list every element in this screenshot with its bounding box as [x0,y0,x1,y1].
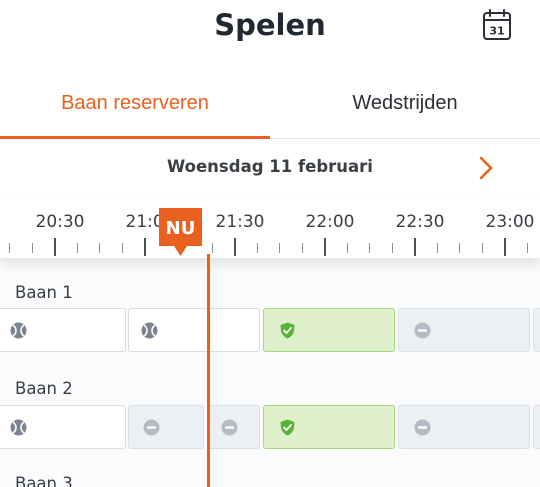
tick-minor [459,243,460,253]
tick-minor [527,243,528,253]
minus-circle-icon [143,419,160,436]
next-day-button[interactable] [474,153,498,183]
tennis-ball-icon [141,322,158,339]
time-ruler[interactable]: 20:30 21:00 21:30 22:00 22:30 23:00 [0,196,540,258]
tab-baan-reserveren[interactable]: Baan reserveren [0,76,270,139]
tick-major [54,238,56,256]
tick-minor [437,243,438,253]
tick-major [414,238,416,256]
tick-minor [32,243,33,253]
tab-wedstrijden[interactable]: Wedstrijden [270,76,540,139]
slot-unavailable[interactable] [398,308,530,352]
slot-available[interactable] [263,308,395,352]
minus-circle-icon [221,419,238,436]
slot-unavailable[interactable] [207,405,260,449]
now-marker: NU [159,208,202,256]
app-header: Spelen 31 [0,0,540,58]
slot-booked[interactable] [0,405,126,449]
tick-minor [347,243,348,253]
court-schedule: Baan 1 Baan 2 Baan 3 [0,258,540,487]
tick-minor [9,243,10,253]
tick-minor [302,243,303,253]
tab-bar: Baan reserveren Wedstrijden [0,76,540,139]
tick-minor [279,243,280,253]
tick-major [234,238,236,256]
calendar-icon: 31 [483,9,511,40]
page-title: Spelen [214,8,326,42]
now-line [207,254,210,487]
time-label: 23:00 [485,212,535,232]
tick-minor [392,243,393,253]
minus-circle-icon [414,419,431,436]
now-label: NU [165,218,196,239]
slot-available[interactable] [263,405,395,449]
tick-minor [482,243,483,253]
slot-unavailable[interactable] [533,405,540,449]
time-label: 20:30 [35,212,85,232]
calendar-icon-day: 31 [489,25,504,38]
slot-booked[interactable] [0,308,126,352]
time-label: 22:30 [395,212,445,232]
tick-minor [99,243,100,253]
court-label: Baan 2 [15,379,73,398]
current-date: Woensdag 11 februari [167,157,373,176]
court-label: Baan 1 [15,283,73,302]
minus-circle-icon [414,322,431,339]
chevron-right-icon [479,156,493,180]
tick-minor [122,243,123,253]
tick-minor [369,243,370,253]
court-label: Baan 3 [15,474,73,487]
tick-major [504,238,506,256]
slot-booked[interactable] [128,308,260,352]
shield-check-icon [280,322,295,339]
tick-major [144,238,146,256]
time-label: 21:30 [215,212,265,232]
time-label: 22:00 [305,212,355,232]
calendar-button[interactable]: 31 [482,9,512,41]
tick-major [324,238,326,256]
tick-minor [257,243,258,253]
tennis-ball-icon [10,419,27,436]
slot-unavailable[interactable] [533,308,540,352]
shield-check-icon [280,419,295,436]
tick-minor [212,243,213,253]
tennis-ball-icon [10,322,27,339]
slot-unavailable[interactable] [398,405,530,449]
slot-unavailable[interactable] [128,405,204,449]
tick-minor [77,243,78,253]
date-navigator: Woensdag 11 februari [0,140,540,196]
